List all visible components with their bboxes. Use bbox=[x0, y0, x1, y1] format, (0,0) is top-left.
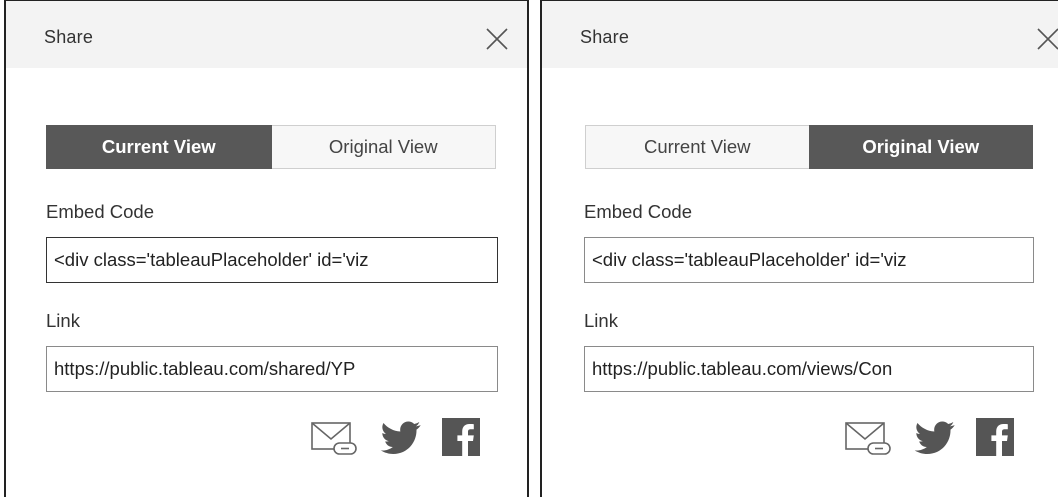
current-view-button[interactable]: Current View bbox=[46, 125, 272, 169]
dialog-title: Share bbox=[580, 27, 630, 47]
share-dialog-current-view: Share Current View Original View Embed C… bbox=[4, 0, 529, 497]
close-icon[interactable] bbox=[1034, 25, 1058, 53]
share-icons bbox=[844, 417, 1032, 462]
share-dialog-original-view: Share Current View Original View Embed C… bbox=[540, 0, 1058, 497]
current-view-button[interactable]: Current View bbox=[585, 125, 809, 169]
dialog-header: Share bbox=[6, 1, 527, 68]
link-label: Link bbox=[584, 310, 618, 331]
view-toggle: Current View Original View bbox=[585, 125, 1033, 169]
dialog-title: Share bbox=[44, 27, 94, 47]
facebook-icon[interactable] bbox=[442, 417, 480, 461]
email-link-icon[interactable] bbox=[310, 417, 360, 462]
link-field[interactable] bbox=[584, 346, 1034, 392]
original-view-button[interactable]: Original View bbox=[271, 125, 496, 169]
facebook-icon[interactable] bbox=[976, 417, 1014, 461]
dialog-header: Share bbox=[542, 1, 1058, 68]
view-toggle: Current View Original View bbox=[46, 125, 496, 169]
link-label: Link bbox=[46, 310, 80, 331]
twitter-icon[interactable] bbox=[378, 417, 424, 462]
embed-code-label: Embed Code bbox=[584, 201, 692, 222]
email-link-icon[interactable] bbox=[844, 417, 894, 462]
embed-code-field[interactable] bbox=[46, 237, 498, 283]
twitter-icon[interactable] bbox=[912, 417, 958, 462]
embed-code-field[interactable] bbox=[584, 237, 1034, 283]
original-view-button[interactable]: Original View bbox=[808, 125, 1033, 169]
embed-code-label: Embed Code bbox=[46, 201, 154, 222]
close-icon[interactable] bbox=[483, 25, 511, 53]
link-field[interactable] bbox=[46, 346, 498, 392]
share-icons bbox=[310, 417, 498, 462]
